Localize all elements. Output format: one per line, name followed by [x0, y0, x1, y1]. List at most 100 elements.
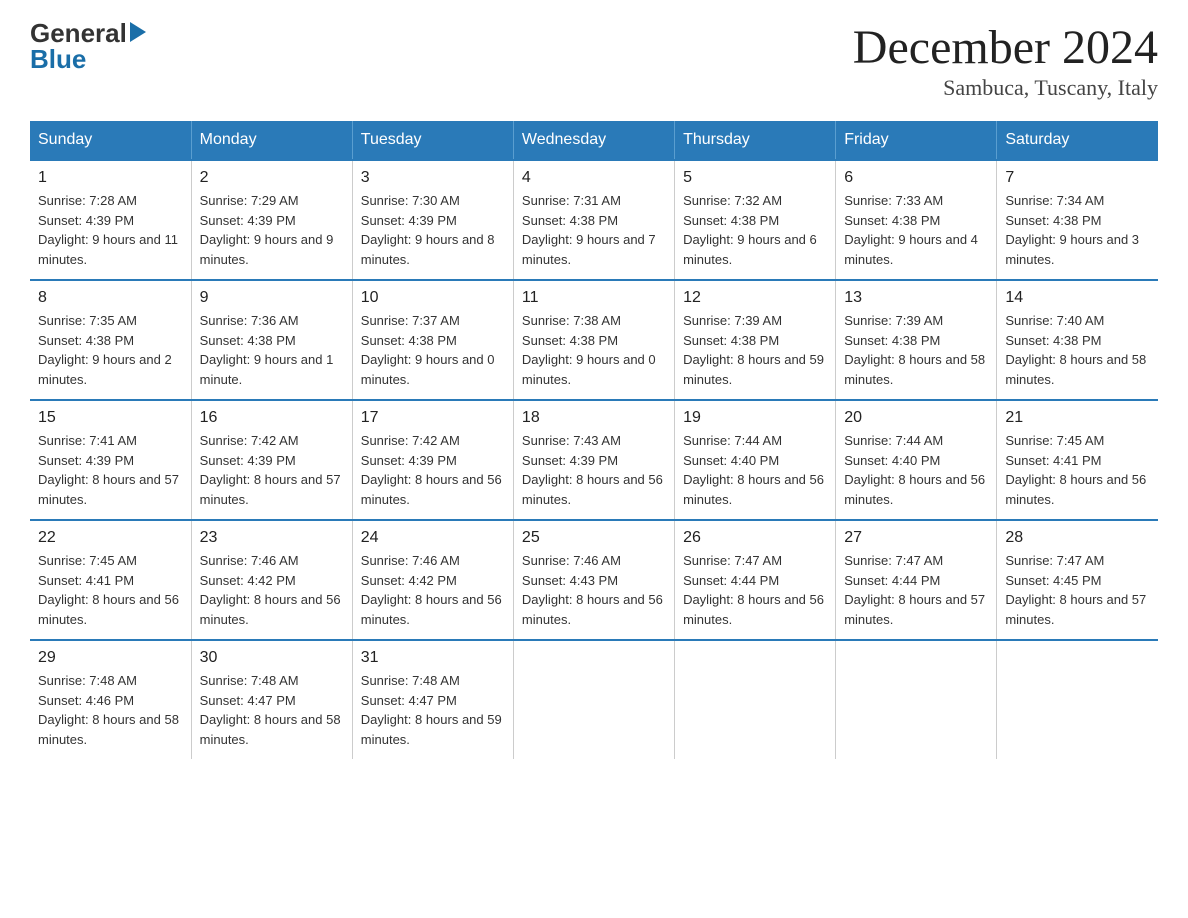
day-info: Sunrise: 7:44 AM Sunset: 4:40 PM Dayligh… [683, 431, 827, 509]
sunset-label: Sunset: 4:38 PM [683, 213, 779, 228]
logo-general-text: General [30, 20, 127, 46]
day-number: 22 [38, 529, 183, 547]
sunset-label: Sunset: 4:44 PM [683, 573, 779, 588]
daylight-label: Daylight: 8 hours and 58 minutes. [1005, 352, 1146, 387]
sunrise-label: Sunrise: 7:47 AM [683, 553, 782, 568]
daylight-label: Daylight: 9 hours and 4 minutes. [844, 232, 978, 267]
daylight-label: Daylight: 8 hours and 58 minutes. [200, 712, 341, 747]
daylight-label: Daylight: 8 hours and 57 minutes. [200, 472, 341, 507]
day-number: 4 [522, 169, 666, 187]
sunset-label: Sunset: 4:38 PM [522, 333, 618, 348]
calendar-cell: 4 Sunrise: 7:31 AM Sunset: 4:38 PM Dayli… [513, 160, 674, 280]
day-info: Sunrise: 7:29 AM Sunset: 4:39 PM Dayligh… [200, 191, 344, 269]
calendar-body: 1 Sunrise: 7:28 AM Sunset: 4:39 PM Dayli… [30, 160, 1158, 759]
sunset-label: Sunset: 4:39 PM [522, 453, 618, 468]
daylight-label: Daylight: 8 hours and 59 minutes. [361, 712, 502, 747]
sunrise-label: Sunrise: 7:36 AM [200, 313, 299, 328]
sunrise-label: Sunrise: 7:48 AM [361, 673, 460, 688]
calendar-cell: 8 Sunrise: 7:35 AM Sunset: 4:38 PM Dayli… [30, 280, 191, 400]
day-info: Sunrise: 7:46 AM Sunset: 4:42 PM Dayligh… [200, 551, 344, 629]
sunset-label: Sunset: 4:39 PM [361, 453, 457, 468]
day-of-week-monday: Monday [191, 121, 352, 160]
sunrise-label: Sunrise: 7:33 AM [844, 193, 943, 208]
sunset-label: Sunset: 4:38 PM [522, 213, 618, 228]
sunset-label: Sunset: 4:45 PM [1005, 573, 1101, 588]
calendar-cell: 12 Sunrise: 7:39 AM Sunset: 4:38 PM Dayl… [675, 280, 836, 400]
sunrise-label: Sunrise: 7:39 AM [844, 313, 943, 328]
day-info: Sunrise: 7:42 AM Sunset: 4:39 PM Dayligh… [200, 431, 344, 509]
daylight-label: Daylight: 8 hours and 56 minutes. [38, 592, 179, 627]
day-of-week-sunday: Sunday [30, 121, 191, 160]
day-info: Sunrise: 7:44 AM Sunset: 4:40 PM Dayligh… [844, 431, 988, 509]
calendar-cell [513, 640, 674, 759]
sunrise-label: Sunrise: 7:35 AM [38, 313, 137, 328]
title-area: December 2024 Sambuca, Tuscany, Italy [853, 20, 1158, 101]
calendar-cell: 23 Sunrise: 7:46 AM Sunset: 4:42 PM Dayl… [191, 520, 352, 640]
day-number: 13 [844, 289, 988, 307]
calendar-cell: 5 Sunrise: 7:32 AM Sunset: 4:38 PM Dayli… [675, 160, 836, 280]
calendar-cell: 11 Sunrise: 7:38 AM Sunset: 4:38 PM Dayl… [513, 280, 674, 400]
day-info: Sunrise: 7:41 AM Sunset: 4:39 PM Dayligh… [38, 431, 183, 509]
sunset-label: Sunset: 4:42 PM [200, 573, 296, 588]
day-number: 24 [361, 529, 505, 547]
day-info: Sunrise: 7:34 AM Sunset: 4:38 PM Dayligh… [1005, 191, 1150, 269]
day-number: 30 [200, 649, 344, 667]
sunset-label: Sunset: 4:41 PM [1005, 453, 1101, 468]
sunrise-label: Sunrise: 7:48 AM [38, 673, 137, 688]
calendar-cell: 1 Sunrise: 7:28 AM Sunset: 4:39 PM Dayli… [30, 160, 191, 280]
day-number: 17 [361, 409, 505, 427]
daylight-label: Daylight: 8 hours and 57 minutes. [844, 592, 985, 627]
daylight-label: Daylight: 8 hours and 56 minutes. [361, 472, 502, 507]
sunset-label: Sunset: 4:38 PM [38, 333, 134, 348]
sunset-label: Sunset: 4:44 PM [844, 573, 940, 588]
sunset-label: Sunset: 4:38 PM [200, 333, 296, 348]
daylight-label: Daylight: 8 hours and 59 minutes. [683, 352, 824, 387]
day-info: Sunrise: 7:32 AM Sunset: 4:38 PM Dayligh… [683, 191, 827, 269]
daylight-label: Daylight: 9 hours and 9 minutes. [200, 232, 334, 267]
logo-blue-text: Blue [30, 46, 146, 72]
calendar-cell: 13 Sunrise: 7:39 AM Sunset: 4:38 PM Dayl… [836, 280, 997, 400]
day-number: 20 [844, 409, 988, 427]
daylight-label: Daylight: 8 hours and 56 minutes. [683, 472, 824, 507]
day-info: Sunrise: 7:46 AM Sunset: 4:43 PM Dayligh… [522, 551, 666, 629]
calendar-cell: 9 Sunrise: 7:36 AM Sunset: 4:38 PM Dayli… [191, 280, 352, 400]
daylight-label: Daylight: 8 hours and 56 minutes. [361, 592, 502, 627]
sunset-label: Sunset: 4:46 PM [38, 693, 134, 708]
sunrise-label: Sunrise: 7:47 AM [844, 553, 943, 568]
day-info: Sunrise: 7:39 AM Sunset: 4:38 PM Dayligh… [683, 311, 827, 389]
day-info: Sunrise: 7:45 AM Sunset: 4:41 PM Dayligh… [38, 551, 183, 629]
sunset-label: Sunset: 4:38 PM [844, 333, 940, 348]
sunset-label: Sunset: 4:39 PM [361, 213, 457, 228]
sunrise-label: Sunrise: 7:30 AM [361, 193, 460, 208]
sunrise-label: Sunrise: 7:44 AM [844, 433, 943, 448]
day-number: 1 [38, 169, 183, 187]
calendar-cell: 14 Sunrise: 7:40 AM Sunset: 4:38 PM Dayl… [997, 280, 1158, 400]
calendar-header: SundayMondayTuesdayWednesdayThursdayFrid… [30, 121, 1158, 160]
sunrise-label: Sunrise: 7:48 AM [200, 673, 299, 688]
day-number: 27 [844, 529, 988, 547]
sunrise-label: Sunrise: 7:38 AM [522, 313, 621, 328]
day-number: 29 [38, 649, 183, 667]
sunset-label: Sunset: 4:38 PM [361, 333, 457, 348]
day-number: 26 [683, 529, 827, 547]
calendar-cell: 6 Sunrise: 7:33 AM Sunset: 4:38 PM Dayli… [836, 160, 997, 280]
sunset-label: Sunset: 4:39 PM [38, 213, 134, 228]
day-info: Sunrise: 7:47 AM Sunset: 4:44 PM Dayligh… [683, 551, 827, 629]
page-header: General Blue December 2024 Sambuca, Tusc… [30, 20, 1158, 101]
logo-flag-icon [130, 22, 146, 42]
calendar-cell: 7 Sunrise: 7:34 AM Sunset: 4:38 PM Dayli… [997, 160, 1158, 280]
sunset-label: Sunset: 4:41 PM [38, 573, 134, 588]
sunrise-label: Sunrise: 7:45 AM [38, 553, 137, 568]
sunrise-label: Sunrise: 7:34 AM [1005, 193, 1104, 208]
day-info: Sunrise: 7:47 AM Sunset: 4:45 PM Dayligh… [1005, 551, 1150, 629]
day-info: Sunrise: 7:28 AM Sunset: 4:39 PM Dayligh… [38, 191, 183, 269]
calendar-cell [997, 640, 1158, 759]
calendar-week-3: 15 Sunrise: 7:41 AM Sunset: 4:39 PM Dayl… [30, 400, 1158, 520]
daylight-label: Daylight: 8 hours and 56 minutes. [522, 472, 663, 507]
daylight-label: Daylight: 8 hours and 56 minutes. [844, 472, 985, 507]
calendar-cell: 20 Sunrise: 7:44 AM Sunset: 4:40 PM Dayl… [836, 400, 997, 520]
calendar-cell: 18 Sunrise: 7:43 AM Sunset: 4:39 PM Dayl… [513, 400, 674, 520]
day-info: Sunrise: 7:31 AM Sunset: 4:38 PM Dayligh… [522, 191, 666, 269]
day-info: Sunrise: 7:40 AM Sunset: 4:38 PM Dayligh… [1005, 311, 1150, 389]
day-number: 7 [1005, 169, 1150, 187]
